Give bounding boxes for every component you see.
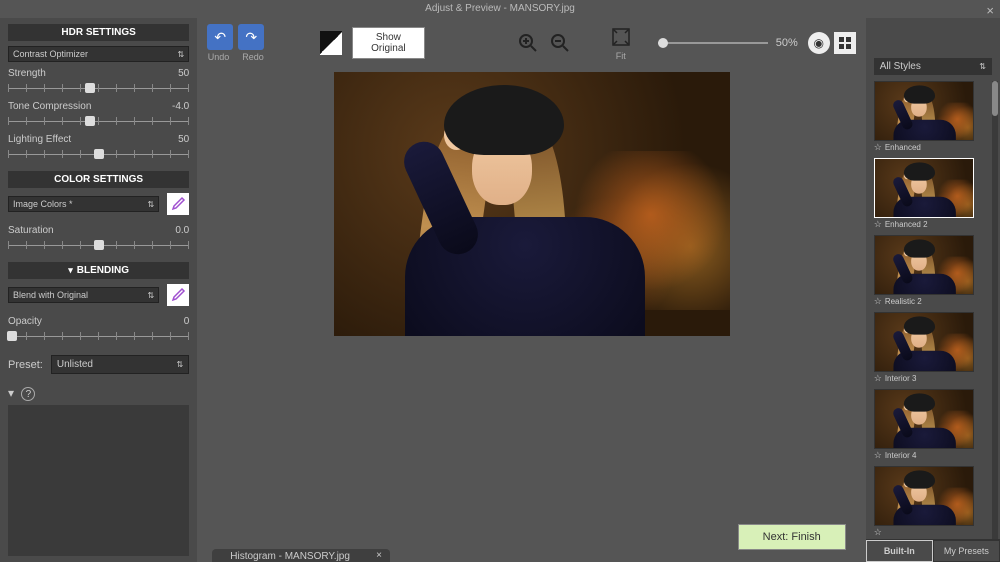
style-thumb[interactable]: Enhanced 2 [874,158,992,231]
zoom-value: 50% [776,37,798,49]
dropdown-arrows-icon [148,199,155,209]
chevron-down-icon[interactable]: ▾ [8,386,14,400]
styles-scrollbar[interactable] [992,81,998,539]
builtin-tab[interactable]: Built-In [866,540,933,562]
close-icon[interactable]: × [986,2,994,20]
undo-label: Undo [208,52,230,62]
preset-dropdown[interactable]: Unlisted [51,355,189,374]
color-header: COLOR SETTINGS [8,171,189,188]
style-thumb[interactable]: Realistic 2 [874,235,992,308]
hdr-mode-dropdown[interactable]: Contrast Optimizer [8,46,189,62]
fit-label: Fit [616,51,626,61]
styles-dropdown[interactable]: All Styles [874,58,992,75]
blending-mode-dropdown[interactable]: Blend with Original [8,287,159,303]
help-icon[interactable]: ? [21,387,35,401]
next-finish-button[interactable]: Next: Finish [738,524,846,550]
canvas-area[interactable] [197,68,866,562]
dropdown-arrows-icon [979,61,986,72]
settings-panel: HDR SETTINGS Contrast Optimizer Strength… [0,18,197,562]
single-view-icon[interactable]: ◉ [808,32,830,54]
close-tab-icon[interactable]: × [376,550,382,561]
hdr-header: HDR SETTINGS [8,24,189,41]
styles-panel: All Styles Enhanced [866,18,1000,562]
zoom-out-icon[interactable] [549,31,571,55]
histogram-tab[interactable]: Histogram - MANSORY.jpg × [212,549,390,562]
preset-label: Preset: [8,359,43,371]
color-mode-dropdown[interactable]: Image Colors * [8,196,159,212]
slider-tone-compression[interactable]: Tone Compression -4.0 [8,101,189,128]
dropdown-arrows-icon [177,359,184,370]
style-thumb[interactable]: Interior 3 [874,312,992,385]
titlebar: Adjust & Preview - MANSORY.jpg × [0,0,1000,18]
slider-opacity[interactable]: Opacity 0 [8,316,189,343]
eyedropper-icon[interactable] [167,193,189,215]
style-thumb[interactable]: Enhanced [874,81,992,154]
fit-icon[interactable] [609,25,633,49]
preset-row: Preset: Unlisted [8,355,189,374]
slider-strength[interactable]: Strength 50 [8,68,189,95]
redo-label: Redo [242,52,264,62]
dropdown-arrows-icon [148,290,155,300]
dropdown-arrows-icon [178,49,185,59]
slider-lighting-effect[interactable]: Lighting Effect 50 [8,134,189,161]
compare-icon[interactable] [320,31,341,55]
show-original-button[interactable]: Show Original [352,27,426,59]
toolbar: ↶ ↷ Undo Redo Show Original [197,18,866,68]
style-thumb[interactable] [874,466,992,539]
help-row: ▾ ? [8,386,189,401]
help-box [8,405,189,556]
zoom-in-icon[interactable] [517,31,539,55]
undo-button[interactable]: ↶ [207,24,233,50]
redo-button[interactable]: ↷ [238,24,264,50]
window-title: Adjust & Preview - MANSORY.jpg [425,3,575,14]
my-presets-tab[interactable]: My Presets [933,540,1000,562]
eyedropper-icon[interactable] [167,284,189,306]
style-thumb[interactable]: Interior 4 [874,389,992,462]
center-panel: ↶ ↷ Undo Redo Show Original [197,18,866,562]
slider-saturation[interactable]: Saturation 0.0 [8,225,189,252]
grid-view-icon[interactable] [834,32,856,54]
preview-image [334,72,730,336]
blending-header[interactable]: BLENDING [8,262,189,279]
zoom-slider[interactable]: 50% [658,37,798,49]
